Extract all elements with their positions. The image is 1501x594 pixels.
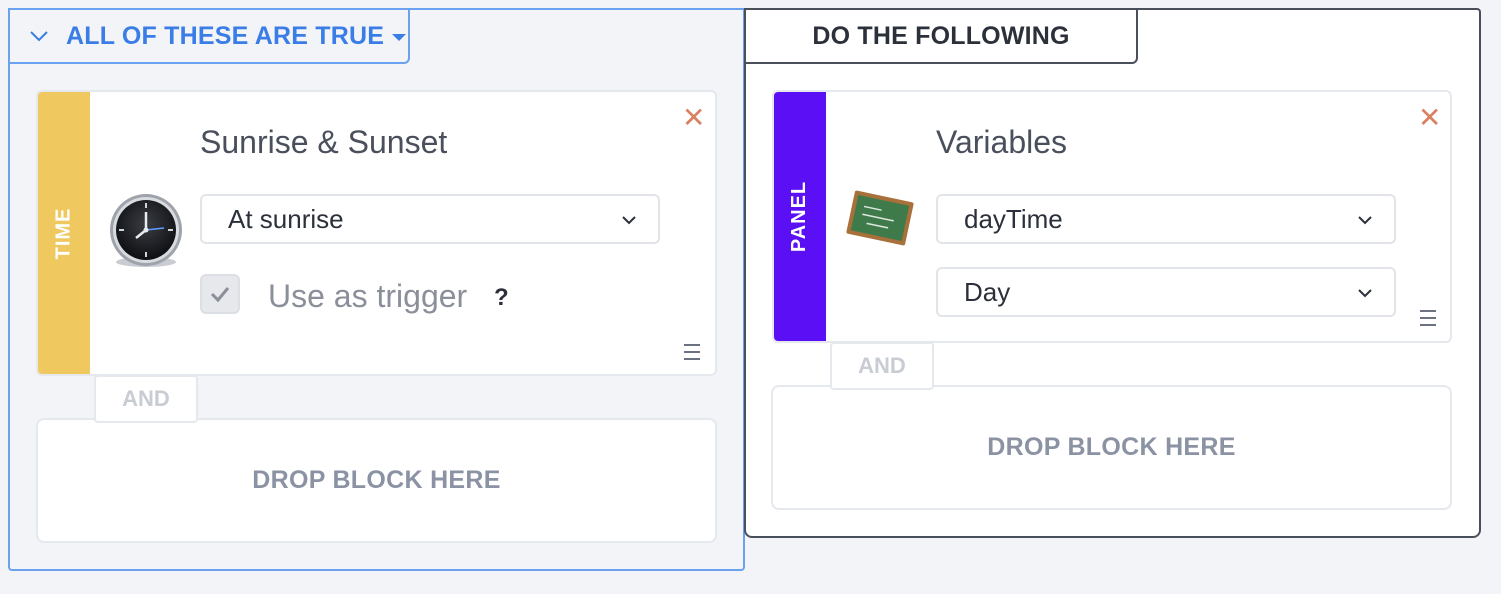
actions-header-tab: DO THE FOLLOWING [744, 8, 1138, 64]
and-connector: AND [830, 342, 934, 390]
and-connector: AND [94, 375, 198, 423]
action-drop-zone[interactable]: DROP BLOCK HERE [771, 385, 1452, 510]
value-value: Day [964, 276, 1011, 307]
checkmark-icon [210, 287, 230, 303]
category-strip: PANEL [774, 92, 826, 341]
condition-drop-zone[interactable]: DROP BLOCK HERE [36, 418, 717, 543]
variable-select[interactable]: dayTime [936, 194, 1396, 244]
chalkboard-icon [844, 182, 916, 259]
caret-down-icon [392, 33, 407, 41]
use-as-trigger-label: Use as trigger [268, 278, 468, 314]
chevron-down-icon [1358, 216, 1372, 225]
action-block-variables[interactable]: PANEL Variables ✕ dayTime Day [772, 90, 1452, 343]
category-label: PANEL [788, 180, 811, 253]
category-label: TIME [52, 207, 75, 259]
sun-event-value: At sunrise [228, 203, 344, 234]
conditions-mode-dropdown[interactable]: ALL OF THESE ARE TRUE [8, 8, 410, 64]
sun-event-select[interactable]: At sunrise [200, 194, 660, 244]
drag-handle-icon[interactable] [1420, 310, 1436, 326]
drag-handle-icon[interactable] [684, 344, 700, 360]
chevron-down-icon [30, 31, 48, 42]
chevron-down-icon [622, 216, 636, 225]
actions-header-label: DO THE FOLLOWING [812, 21, 1070, 50]
condition-block-sunrise-sunset[interactable]: TIME Sunrise & Sunset ✕ At sunrise Use a… [36, 90, 717, 376]
remove-block-button[interactable]: ✕ [1418, 104, 1441, 132]
category-strip: TIME [38, 92, 90, 374]
block-title: Variables [936, 124, 1068, 160]
clock-icon [106, 192, 186, 277]
variable-value: dayTime [964, 203, 1063, 234]
use-as-trigger-checkbox[interactable] [200, 274, 240, 314]
block-title: Sunrise & Sunset [200, 124, 448, 160]
remove-block-button[interactable]: ✕ [682, 104, 705, 132]
value-select[interactable]: Day [936, 267, 1396, 317]
conditions-mode-label: ALL OF THESE ARE TRUE [66, 21, 385, 50]
chevron-down-icon [1358, 289, 1372, 298]
help-icon[interactable]: ? [494, 284, 509, 312]
